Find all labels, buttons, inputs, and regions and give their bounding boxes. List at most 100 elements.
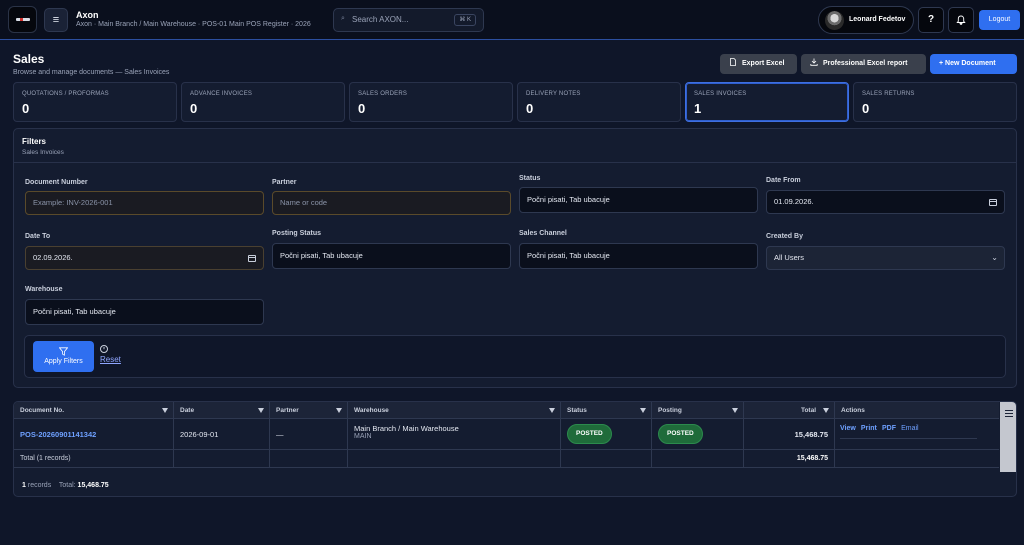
warehouse-label: Warehouse [25,286,63,293]
created-by-select[interactable]: All Users ⌄ [766,246,1005,270]
footer-total-label: Total: [58,482,76,489]
posting-status-label: Posting Status [272,230,322,237]
user-name: Leonard Fedetov [849,16,906,23]
filters-title: Filters [22,137,47,146]
cell-date: 2026-09-01 [174,419,270,449]
column-header-label: Warehouse [354,407,389,414]
sales-channel-input[interactable]: Počni pisati, Tab ubacuje [519,243,758,269]
search-input[interactable]: Search AXON... [352,15,408,24]
column-header-label: Partner [276,407,299,414]
partner-input[interactable]: Name or code [272,191,511,215]
page-subtitle: Browse and manage documents — Sales Invo… [13,69,170,76]
global-search[interactable]: ⌕ Search AXON... ⌘ K [333,8,484,32]
menu-icon [1005,410,1013,417]
kpi-sales-returns[interactable]: SALES RETURNS 0 [853,82,1017,122]
column-filter-icon[interactable] [732,408,738,413]
cell-total: 15,468.75 [744,419,835,449]
app-context: Axon · Main Branch / Main Warehouse · PO… [76,21,311,28]
column-header-posting[interactable]: Posting [652,402,744,419]
table-row[interactable]: POS-20260901141342 2026-09-01 — Main Bra… [14,419,999,450]
document-number-input[interactable]: Example: INV-2026-001 [25,191,264,215]
grid-header: Document No. Date Partner Warehouse Stat… [14,402,999,419]
posting-status-input[interactable]: Počni pisati, Tab ubacuje [272,243,511,269]
apply-filters-label: Apply Filters [44,358,83,365]
column-filter-icon[interactable] [640,408,646,413]
app-logo[interactable] [8,6,37,33]
column-filter-icon[interactable] [336,408,342,413]
chevron-down-icon: ⌄ [991,253,998,262]
records-count: 1 [22,482,26,489]
user-menu[interactable]: Leonard Fedetov [818,6,914,34]
column-header-label: Date [180,407,195,414]
column-header-warehouse[interactable]: Warehouse [348,402,561,419]
status-input[interactable]: Počni pisati, Tab ubacuje [519,187,758,213]
partner-label: Partner [272,179,297,186]
grid-column-menu[interactable] [1000,402,1016,472]
warehouse-code: MAIN [354,433,372,440]
logout-button[interactable]: Logout [979,10,1020,30]
notifications-button[interactable] [948,7,974,33]
calendar-icon[interactable] [248,255,256,262]
total-empty-cell [348,450,561,467]
column-filter-icon[interactable] [823,408,829,413]
total-value: 15,468.75 [744,450,835,467]
total-empty-cell [835,450,999,467]
column-filter-icon[interactable] [549,408,555,413]
column-header-document-no[interactable]: Document No. [14,402,174,419]
document-link[interactable]: POS-20260901141342 [20,430,96,439]
export-excel-label: Export Excel [742,60,785,67]
filters-header: Filters Sales Invoices [14,129,1016,163]
app-title: Axon [76,10,99,20]
column-header-label: Posting [658,407,682,414]
email-link[interactable]: Email [901,425,919,432]
calendar-icon[interactable] [989,199,997,206]
column-header-label: Actions [841,407,865,414]
column-header-partner[interactable]: Partner [270,402,348,419]
column-header-date[interactable]: Date [174,402,270,419]
kpi-value: 0 [358,101,366,116]
date-to-value: 02.09.2026. [33,253,73,262]
date-to-input[interactable]: 02.09.2026. [25,246,264,270]
actions-divider [840,438,977,439]
professional-excel-button[interactable]: Professional Excel report [801,54,926,74]
date-from-label: Date From [766,177,801,184]
warehouse-input[interactable]: Počni pisati, Tab ubacuje [25,299,264,325]
footer-total-value: 15,468.75 [77,482,109,489]
status-badge: POSTED [567,424,612,444]
help-button[interactable]: ? [918,7,944,33]
print-link[interactable]: Print [861,425,877,432]
file-icon [730,58,736,66]
reset-link[interactable]: × Reset [100,345,121,364]
total-row: Total (1 records) 15,468.75 [14,450,999,468]
kpi-sales-invoices[interactable]: SALES INVOICES 1 [685,82,849,122]
new-document-button[interactable]: + New Document [930,54,1017,74]
column-header-label: Status [567,407,587,414]
total-empty-cell [270,450,348,467]
column-header-status[interactable]: Status [561,402,652,419]
total-empty-cell [174,450,270,467]
kpi-advance-invoices[interactable]: ADVANCE INVOICES 0 [181,82,345,122]
search-shortcut: ⌘ K [454,14,476,26]
filter-actions: Apply Filters × Reset [24,335,1006,378]
export-excel-button[interactable]: Export Excel [720,54,797,74]
hamburger-icon: ≡ [52,14,60,26]
menu-button[interactable]: ≡ [44,8,68,32]
professional-excel-label: Professional Excel report [823,60,908,67]
page-title: Sales [13,52,45,66]
download-icon [810,58,818,66]
kpi-quotations[interactable]: QUOTATIONS / PROFORMAS 0 [13,82,177,122]
apply-filters-button[interactable]: Apply Filters [33,341,94,372]
kpi-label: ADVANCE INVOICES [190,91,253,97]
column-filter-icon[interactable] [258,408,264,413]
status-label: Status [519,175,541,182]
view-link[interactable]: View [840,425,856,432]
column-filter-icon[interactable] [162,408,168,413]
kpi-delivery-notes[interactable]: DELIVERY NOTES 0 [517,82,681,122]
column-header-total[interactable]: Total [744,402,835,419]
cell-posting: POSTED [652,419,744,449]
kpi-sales-orders[interactable]: SALES ORDERS 0 [349,82,513,122]
sales-channel-label: Sales Channel [519,230,567,237]
reset-label: Reset [100,355,121,364]
date-from-input[interactable]: 01.09.2026. [766,190,1005,214]
pdf-link[interactable]: PDF [882,425,896,432]
